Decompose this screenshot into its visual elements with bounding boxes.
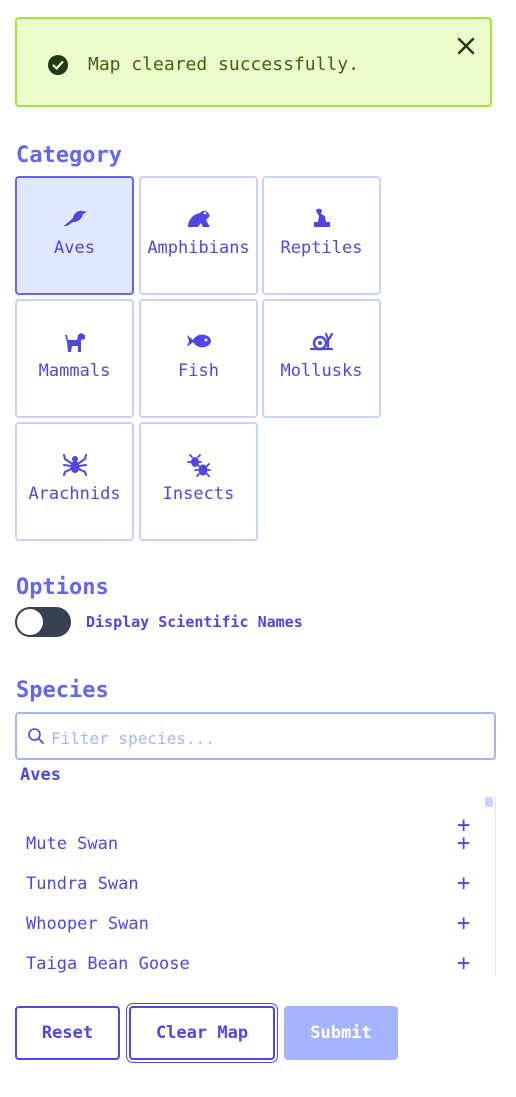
category-label: Amphibians	[147, 238, 250, 258]
species-search	[15, 712, 496, 760]
snail-icon	[309, 332, 333, 351]
bird-icon	[63, 210, 87, 226]
close-icon[interactable]	[456, 36, 476, 56]
search-icon	[28, 728, 44, 744]
frog-icon	[187, 210, 210, 227]
add-species-button[interactable]: +	[457, 831, 470, 856]
species-item: Whooper Swan	[26, 914, 149, 934]
category-tile-aves[interactable]: Aves	[15, 176, 134, 295]
fish-icon	[186, 334, 211, 348]
check-circle-icon	[48, 55, 68, 75]
category-tile-amphibians[interactable]: Amphibians	[139, 176, 258, 295]
category-tile-fish[interactable]: Fish	[139, 299, 258, 418]
category-tile-mollusks[interactable]: Mollusks	[262, 299, 381, 418]
species-search-input[interactable]	[49, 724, 483, 752]
species-item: Tundra Swan	[26, 874, 139, 894]
clear-map-button[interactable]: Clear Map	[129, 1006, 275, 1060]
spider-icon	[62, 454, 87, 476]
add-species-button[interactable]: +	[457, 871, 470, 896]
reset-button[interactable]: Reset	[15, 1006, 120, 1060]
bug-icon	[186, 454, 211, 477]
options-heading: Options	[16, 575, 109, 600]
alert-message: Map cleared successfully.	[88, 54, 359, 75]
category-tile-mammals[interactable]: Mammals	[15, 299, 134, 418]
dog-icon	[64, 333, 85, 352]
reptile-icon	[313, 208, 330, 227]
species-item: Mute Swan	[26, 834, 119, 854]
add-species-button[interactable]: +	[457, 911, 470, 936]
success-alert: Map cleared successfully.	[15, 17, 492, 107]
category-label: Insects	[162, 484, 235, 504]
species-list[interactable]: + Mute Swan + Tundra Swan + Whooper Swan…	[16, 795, 496, 975]
species-scrollbar[interactable]	[481, 795, 496, 975]
category-tile-reptiles[interactable]: Reptiles	[262, 176, 381, 295]
scrollbar-thumb[interactable]	[485, 797, 493, 807]
scientific-names-toggle[interactable]	[15, 607, 71, 637]
species-heading: Species	[16, 678, 109, 703]
category-label: Mammals	[38, 361, 111, 381]
category-label: Reptiles	[280, 238, 363, 258]
category-label: Aves	[54, 238, 95, 258]
scientific-names-label: Display Scientific Names	[86, 613, 303, 631]
submit-button[interactable]: Submit	[284, 1006, 398, 1060]
category-tile-insects[interactable]: Insects	[139, 422, 258, 541]
species-group-label: Aves	[20, 765, 61, 785]
add-species-button[interactable]: +	[457, 951, 470, 975]
toggle-knob	[17, 609, 43, 635]
category-heading: Category	[16, 143, 122, 168]
category-label: Mollusks	[280, 361, 363, 381]
species-item: Taiga Bean Goose	[26, 954, 190, 974]
category-tile-arachnids[interactable]: Arachnids	[15, 422, 134, 541]
category-label: Arachnids	[28, 484, 121, 504]
category-label: Fish	[178, 361, 219, 381]
